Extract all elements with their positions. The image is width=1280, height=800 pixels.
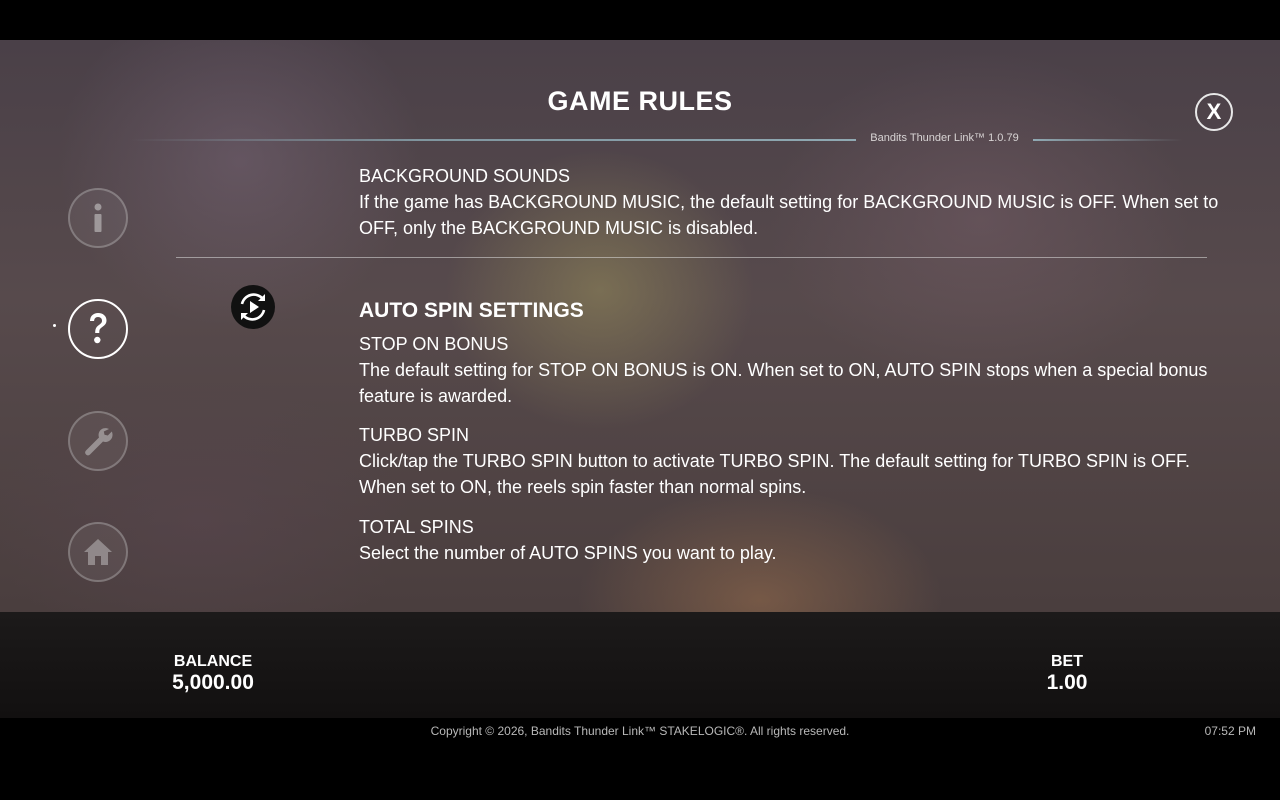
copyright-text: Copyright © 2026, Bandits Thunder Link™ … <box>430 724 850 738</box>
settings-button[interactable] <box>68 411 128 471</box>
turbo-spin-text: Click/tap the TURBO SPIN button to activ… <box>359 451 1190 497</box>
footer-bar: BALANCE 5,000.00 BET 1.00 <box>0 612 1280 718</box>
section-divider <box>176 257 1207 258</box>
wrench-icon <box>85 428 113 456</box>
home-icon <box>84 539 112 565</box>
turbo-spin-heading: TURBO SPIN <box>359 425 470 445</box>
header-divider-right <box>1033 139 1183 141</box>
total-spins-heading: TOTAL SPINS <box>359 517 474 537</box>
clock: 07:52 PM <box>1204 724 1256 738</box>
home-button[interactable] <box>68 522 128 582</box>
rules-panel: GAME RULES Bandits Thunder Link™ 1.0.79 … <box>0 40 1280 612</box>
autospin-icon <box>231 285 275 329</box>
bet-label: BET <box>1051 653 1083 670</box>
close-button[interactable]: X <box>1195 93 1233 131</box>
active-indicator <box>53 324 56 327</box>
question-icon <box>90 313 107 344</box>
header-divider-left <box>130 139 856 141</box>
background-sounds-heading: BACKGROUND SOUNDS <box>359 166 571 186</box>
total-spins-text: Select the number of AUTO SPINS you want… <box>359 543 777 563</box>
auto-spin-title: AUTO SPIN SETTINGS <box>359 299 584 322</box>
top-bar <box>0 0 1280 40</box>
bet-value: 1.00 <box>1046 671 1088 694</box>
balance-value: 5,000.00 <box>172 671 254 694</box>
version-label: Bandits Thunder Link™ 1.0.79 <box>870 132 1019 144</box>
info-icon <box>94 203 102 232</box>
stop-on-bonus-heading: STOP ON BONUS <box>359 334 509 354</box>
stop-on-bonus-text: The default setting for STOP ON BONUS is… <box>359 360 1208 406</box>
balance-label: BALANCE <box>173 653 253 670</box>
info-button[interactable] <box>68 188 128 248</box>
page-title: GAME RULES <box>547 86 733 116</box>
rules-button[interactable] <box>68 299 128 359</box>
background-sounds-text: If the game has BACKGROUND MUSIC, the de… <box>359 192 1219 238</box>
